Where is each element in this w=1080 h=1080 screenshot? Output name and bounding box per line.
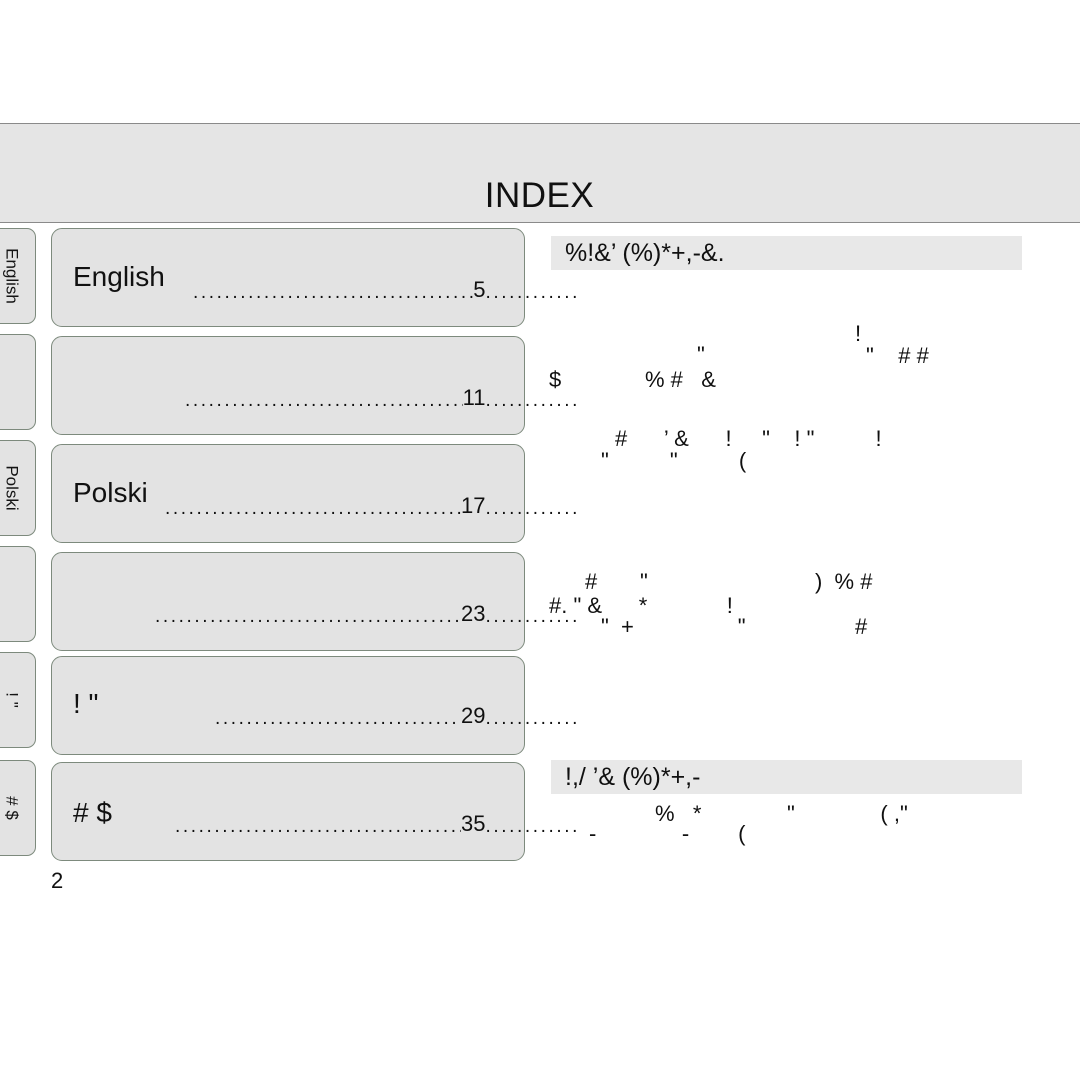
index-entry-page-number: 23 [460, 604, 486, 624]
index-entry-page-number: 11 [462, 388, 486, 408]
right-column-text-run: ! [855, 321, 862, 346]
sidebar-tab-label: English [2, 248, 22, 304]
leader-dots: ........................................… [175, 820, 461, 834]
index-entry-page-number: 29 [460, 706, 486, 726]
right-column-text-run: $ [549, 367, 562, 392]
document-page: INDEX English Polski! " # $ English.......… [0, 0, 1080, 1080]
right-column-text-run: # " [585, 569, 648, 594]
right-column-text-run: ) % # [815, 569, 873, 594]
sidebar-tab-6[interactable]: # $ [0, 760, 36, 856]
page-title: INDEX [484, 176, 595, 215]
page-number: 2 [51, 868, 64, 893]
right-heading-2: !,/ ’& (%)*+,- [551, 760, 1022, 794]
leader-dots: ........................................… [165, 502, 461, 516]
leader-dots-tail: ............ [485, 286, 580, 300]
index-entry-leader: ........................................… [193, 280, 580, 300]
right-heading-1: %!&’ (%)*+,-&. [551, 236, 1022, 270]
index-entry-page-number: 35 [460, 814, 486, 834]
sidebar-tab-label: # $ [2, 796, 22, 820]
leader-dots: ........................................… [193, 286, 474, 300]
leader-dots: ........................................… [155, 610, 461, 624]
index-entry-title: # $ [73, 797, 112, 828]
leader-dots-tail: ............ [485, 712, 580, 726]
leader-dots-tail: ............ [485, 502, 580, 516]
index-entry-box[interactable] [51, 552, 525, 651]
sidebar-tab-2[interactable] [0, 334, 36, 430]
index-entry-title: Polski [73, 477, 148, 508]
index-entry-box[interactable] [51, 762, 525, 861]
index-entry-title: ! " [73, 688, 99, 719]
page-header-bar: INDEX [0, 123, 1080, 223]
right-column-text-run: # [855, 614, 868, 639]
leader-dots: ........................................… [185, 394, 463, 408]
index-entry-box[interactable] [51, 336, 525, 435]
right-column-text-run: " # # [866, 343, 929, 368]
right-column-text-run: " [697, 342, 705, 367]
sidebar-tab-5[interactable]: ! " [0, 652, 36, 748]
index-entry-leader: ........................................… [185, 388, 580, 408]
right-column-text-run: " " ( [601, 448, 747, 473]
index-entry-leader: ........................................… [155, 604, 580, 624]
index-entry-title: English [73, 261, 165, 292]
index-entry-leader: ........................................… [175, 814, 580, 834]
right-column-text-run: # ’ & ! " ! " ! [615, 426, 882, 451]
leader-dots-tail: ............ [485, 394, 580, 408]
right-column-text-run: " + " [601, 614, 746, 639]
sidebar-tab-3[interactable]: Polski [0, 440, 36, 536]
sidebar-tab-1[interactable]: English [0, 228, 36, 324]
index-entry-leader: ........................................… [215, 706, 580, 726]
right-column-text-run: - - ( [589, 821, 746, 846]
index-entry-page-number: 5 [473, 280, 486, 300]
sidebar-tab-label: ! " [2, 692, 22, 708]
index-entry-page-number: 17 [460, 496, 486, 516]
leader-dots: ........................................… [215, 712, 461, 726]
leader-dots-tail: ............ [485, 820, 580, 834]
right-column-text-run: % # & [645, 367, 716, 392]
index-entry-leader: ........................................… [165, 496, 580, 516]
sidebar-tab-label: Polski [2, 465, 22, 511]
sidebar-tab-4[interactable] [0, 546, 36, 642]
